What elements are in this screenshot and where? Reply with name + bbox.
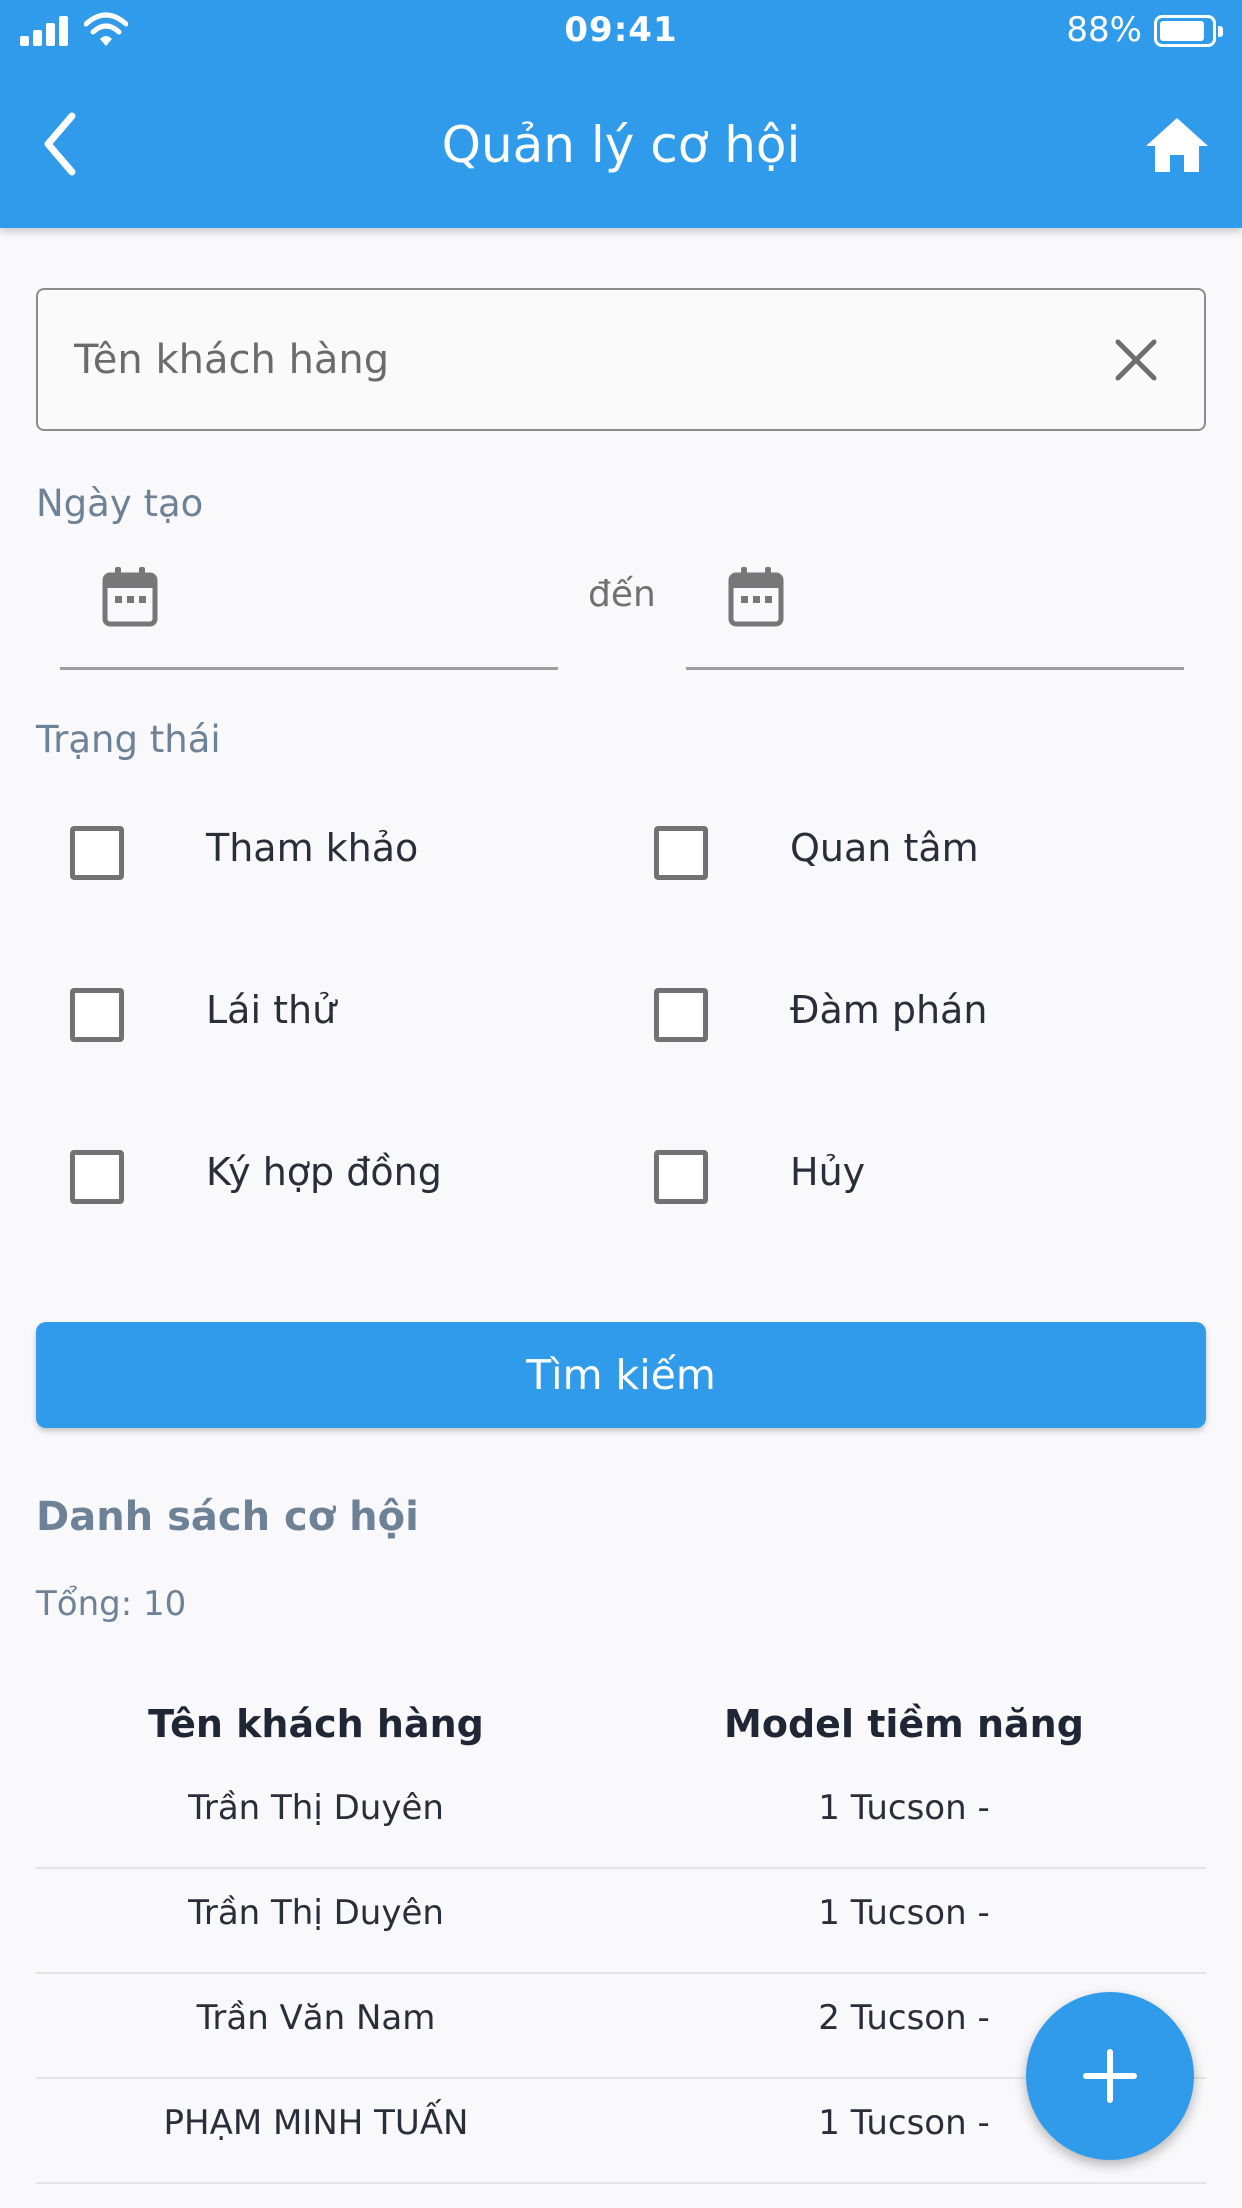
checkbox[interactable] bbox=[70, 988, 124, 1042]
page-title: Quản lý cơ hội bbox=[441, 116, 801, 174]
date-from-field[interactable] bbox=[60, 560, 558, 670]
status-option-label: Quan tâm bbox=[790, 826, 979, 870]
table-row[interactable]: Trần Thị Duyên 1 Tucson - bbox=[36, 1764, 1206, 1869]
customer-name-input[interactable] bbox=[74, 324, 1074, 396]
list-total: Tổng: 10 bbox=[36, 1584, 187, 1624]
status-option-ky-hop-dong[interactable]: Ký hợp đồng bbox=[36, 1136, 596, 1216]
checkbox[interactable] bbox=[654, 988, 708, 1042]
status-time: 09:41 bbox=[564, 10, 678, 50]
calendar-icon bbox=[728, 567, 784, 627]
checkbox[interactable] bbox=[654, 1150, 708, 1204]
status-option-label: Tham khảo bbox=[206, 826, 419, 870]
checkbox[interactable] bbox=[70, 1150, 124, 1204]
status-option-label: Hủy bbox=[790, 1150, 866, 1194]
status-option-quan-tam[interactable]: Quan tâm bbox=[620, 812, 1180, 892]
battery-icon bbox=[1154, 15, 1223, 47]
status-option-label: Ký hợp đồng bbox=[206, 1150, 442, 1194]
status-option-huy[interactable]: Hủy bbox=[620, 1136, 1180, 1216]
customer-name-cell: Trần Thị Duyên bbox=[188, 1893, 444, 1933]
calendar-icon bbox=[102, 567, 158, 627]
date-range-separator: đến bbox=[588, 574, 656, 615]
model-cell: 1 Tucson - bbox=[818, 1893, 990, 1933]
status-label: Trạng thái bbox=[36, 718, 221, 761]
column-header-model: Model tiềm năng bbox=[724, 1702, 1084, 1746]
add-opportunity-button[interactable] bbox=[1026, 1992, 1194, 2160]
status-option-label: Đàm phán bbox=[790, 988, 988, 1032]
customer-name-cell: Trần Thị Duyên bbox=[188, 1788, 444, 1828]
plus-icon bbox=[1083, 2049, 1137, 2103]
search-button[interactable]: Tìm kiếm bbox=[36, 1322, 1206, 1428]
created-date-label: Ngày tạo bbox=[36, 482, 204, 525]
column-header-customer: Tên khách hàng bbox=[148, 1702, 484, 1746]
checkbox[interactable] bbox=[654, 826, 708, 880]
clear-search-button[interactable] bbox=[1108, 332, 1164, 388]
list-title: Danh sách cơ hội bbox=[36, 1494, 419, 1540]
status-option-tham-khao[interactable]: Tham khảo bbox=[36, 812, 596, 892]
customer-name-search bbox=[36, 288, 1206, 431]
model-cell: 1 Tucson - bbox=[818, 1788, 990, 1828]
checkbox[interactable] bbox=[70, 826, 124, 880]
home-button[interactable] bbox=[1142, 110, 1212, 180]
date-to-field[interactable] bbox=[686, 560, 1184, 670]
table-row[interactable]: Trần Thị Duyên 1 Tucson - bbox=[36, 1869, 1206, 1974]
battery-percentage: 88% bbox=[1066, 10, 1142, 50]
close-icon bbox=[1115, 339, 1157, 381]
status-option-label: Lái thử bbox=[206, 988, 337, 1032]
status-option-lai-thu[interactable]: Lái thử bbox=[36, 974, 596, 1054]
app-header: 09:41 88% Quản lý cơ hội bbox=[0, 0, 1242, 228]
customer-name-cell: Trần Văn Nam bbox=[196, 1998, 436, 2038]
status-option-dam-phan[interactable]: Đàm phán bbox=[620, 974, 1180, 1054]
home-icon bbox=[1146, 118, 1208, 172]
customer-name-cell: PHẠM MINH TUẤN bbox=[163, 2103, 469, 2143]
status-bar: 09:41 88% bbox=[0, 0, 1242, 64]
